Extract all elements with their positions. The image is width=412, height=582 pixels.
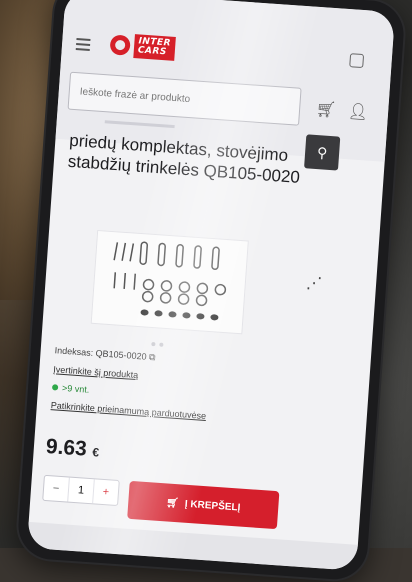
bottom-navigation-bar [26,521,358,571]
phone-screen: INTER CARS 🛒︎ 👤︎ ⚲ priedų komplektas, st… [26,0,396,571]
search-box[interactable] [67,71,302,126]
price-currency: € [91,445,100,460]
stock-text: >9 vnt. [61,382,90,395]
stock-status: >9 vnt. [51,382,208,403]
user-icon[interactable]: 👤︎ [347,101,369,122]
product-image[interactable] [90,229,249,335]
cart-icon[interactable]: 🛒︎ [315,99,337,120]
stock-dot-icon [51,384,59,391]
copy-icon[interactable]: ⧉ [149,352,156,362]
logo-text-line2: CARS [137,45,168,58]
index-label: Indeksas: QB105-0020 [54,345,147,362]
price-value: 9.63 [45,434,88,461]
quantity-value[interactable]: 1 [67,477,94,504]
phone: INTER CARS 🛒︎ 👤︎ ⚲ priedų komplektas, st… [16,0,406,582]
top-right-icon[interactable] [349,53,365,69]
product-info: Indeksas: QB105-0020 ⧉ Įvertinkite šį pr… [50,345,210,429]
carousel-dot[interactable] [159,342,164,347]
add-to-cart-button[interactable]: 🛒︎ Į KREPŠELĮ [127,480,280,530]
product-price: 9.63 € [45,435,100,463]
logo-mark-icon [109,34,131,56]
cart-button-icon: 🛒︎ [165,496,180,509]
carousel-dot[interactable] [151,342,156,347]
brake-parts-illustration [113,241,227,321]
quantity-stepper: − 1 + [42,474,120,507]
add-to-cart-label: Į KREPŠELĮ [184,498,241,514]
search-input[interactable] [69,85,300,113]
share-icon[interactable]: ⋰ [305,273,322,294]
check-availability-link[interactable]: Patikrinkite prieinamumą parduotuvėse [51,400,207,421]
menu-icon[interactable] [75,38,91,51]
quantity-decrease-button[interactable]: − [43,476,69,502]
inter-cars-logo[interactable]: INTER CARS [109,32,176,61]
rate-product-link[interactable]: Įvertinkite šį produktą [53,364,139,380]
quantity-increase-button[interactable]: + [92,479,119,505]
image-carousel-dots [151,342,164,347]
